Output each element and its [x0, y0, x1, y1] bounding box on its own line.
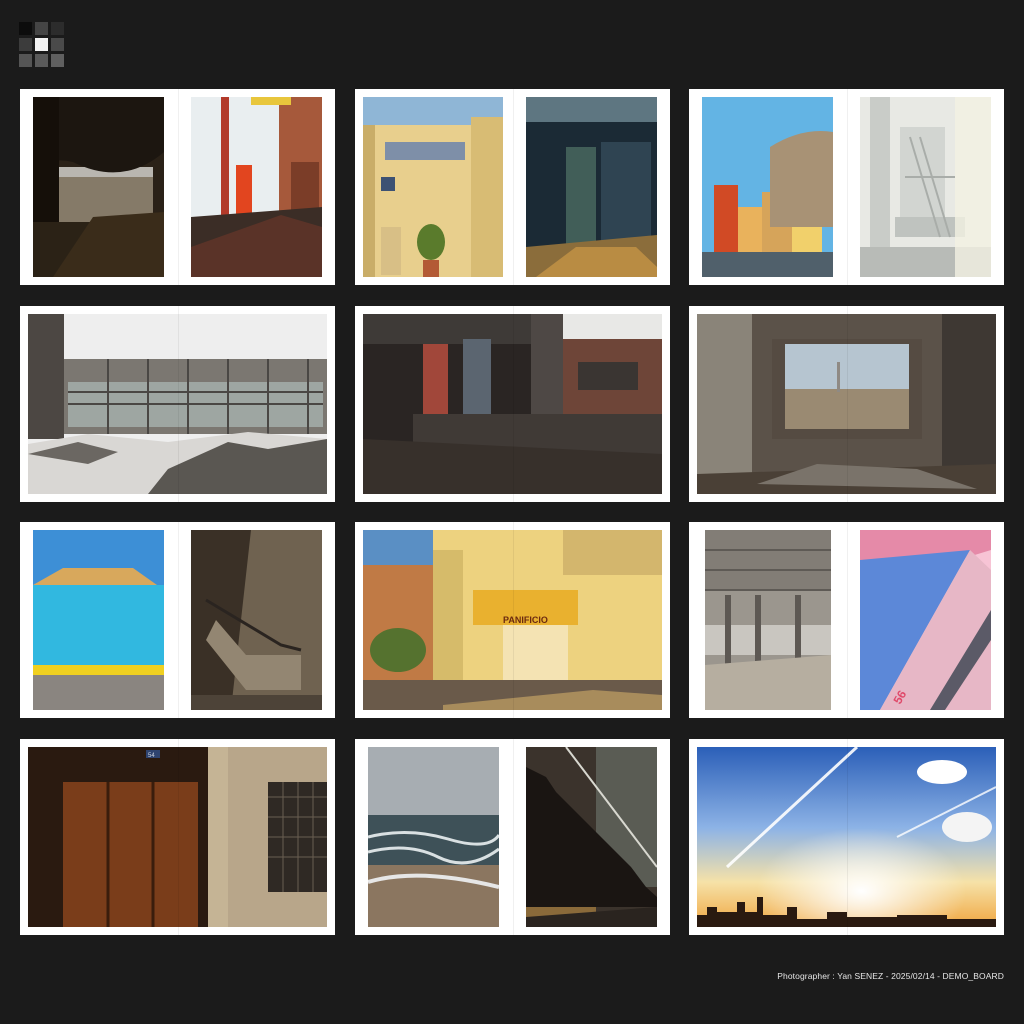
- spread-fold: [512, 739, 514, 935]
- spread-r3c1[interactable]: [20, 522, 335, 718]
- photo-pink-blue-pool-edge[interactable]: 56: [860, 530, 991, 710]
- spread-r3c2[interactable]: PANIFICIO: [355, 522, 670, 718]
- logo-pixel: [19, 38, 32, 51]
- spread-fold: [177, 89, 179, 285]
- bakery-sign-text: PANIFICIO: [503, 615, 548, 625]
- logo-pixel: [35, 54, 48, 67]
- photo-stairway-railing-light[interactable]: [191, 530, 322, 710]
- photo-rooftop-cylinder-tower[interactable]: [702, 97, 833, 277]
- spread-fold: [846, 739, 848, 935]
- logo-pixel: [19, 22, 32, 35]
- spread-r2c1[interactable]: [20, 306, 335, 502]
- photo-misty-industrial-structure[interactable]: [860, 97, 991, 277]
- spread-fold: [512, 89, 514, 285]
- logo-pixel: [35, 22, 48, 35]
- spread-r2c3[interactable]: [689, 306, 1004, 502]
- spread-fold: [177, 522, 179, 718]
- logo-pixel: [35, 38, 48, 51]
- photo-dark-terrace-city-view[interactable]: [33, 97, 164, 277]
- photo-white-wall-red-door[interactable]: [191, 97, 322, 277]
- spread-r4c2[interactable]: [355, 739, 670, 935]
- spread-fold: [846, 306, 848, 502]
- photographer-credit: Photographer : Yan SENEZ - 2025/02/14 - …: [777, 971, 1004, 981]
- pixel-grid-logo-icon: [19, 22, 67, 70]
- spread-fold: [512, 522, 514, 718]
- spread-r2c2[interactable]: [355, 306, 670, 502]
- photo-dark-corridor-shadows[interactable]: [526, 97, 657, 277]
- logo-pixel: [51, 38, 64, 51]
- spread-fold: [177, 739, 179, 935]
- photo-stormy-sea-waves[interactable]: [368, 747, 499, 927]
- photo-yellow-building-potted-plant[interactable]: [363, 97, 503, 277]
- logo-pixel: [19, 54, 32, 67]
- spread-fold: [846, 522, 848, 718]
- spread-fold: [846, 89, 848, 285]
- spread-r3c3[interactable]: 56: [689, 522, 1004, 718]
- spread-r1c2[interactable]: [355, 89, 670, 285]
- spread-fold: [177, 306, 179, 502]
- spread-r4c3[interactable]: [689, 739, 1004, 935]
- logo-pixel: [51, 22, 64, 35]
- spread-r1c3[interactable]: [689, 89, 1004, 285]
- spread-r4c1[interactable]: 54: [20, 739, 335, 935]
- photo-abandoned-hall-columns[interactable]: [705, 530, 831, 710]
- door-number-text: 54: [148, 753, 155, 759]
- spread-fold: [512, 306, 514, 502]
- photo-floating-staircase[interactable]: [526, 747, 657, 927]
- spread-r1c1[interactable]: [20, 89, 335, 285]
- photo-blue-wall-yellow-curb[interactable]: [33, 530, 164, 710]
- logo-pixel: [51, 54, 64, 67]
